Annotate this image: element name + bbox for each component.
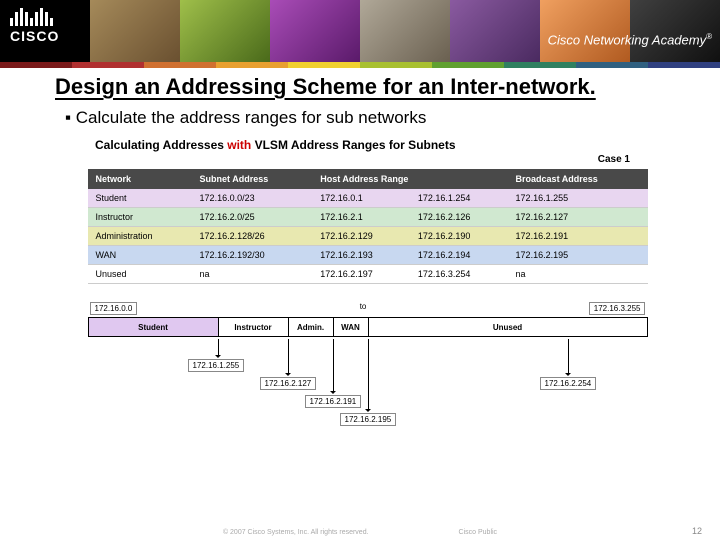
cisco-bars-icon — [10, 6, 59, 26]
seg-admin: Admin. — [289, 318, 334, 336]
cell: na — [508, 265, 648, 284]
cell: Administration — [88, 227, 192, 246]
cell: 172.16.1.255 — [508, 189, 648, 208]
pointer-label: 172.16.2.254 — [540, 377, 597, 390]
program-text: Cisco Networking Academy — [548, 32, 706, 47]
arrow-icon — [368, 339, 369, 411]
cell: na — [192, 265, 313, 284]
table-title-pre: Calculating Addresses — [95, 138, 227, 152]
range-to: to — [360, 302, 367, 315]
cell: WAN — [88, 246, 192, 265]
copyright: © 2007 Cisco Systems, Inc. All rights re… — [223, 529, 369, 536]
cell: 172.16.2.191 — [508, 227, 648, 246]
arrow-icon — [333, 339, 334, 393]
footer: © 2007 Cisco Systems, Inc. All rights re… — [0, 529, 720, 536]
table-title-with: with — [227, 138, 251, 152]
address-range-diagram: 172.16.0.0 to 172.16.3.255 Student Instr… — [88, 302, 648, 429]
pointer-label: 172.16.2.191 — [305, 395, 362, 408]
cell: Unused — [88, 265, 192, 284]
arrow-icon — [568, 339, 569, 375]
cisco-logo: CISCO — [10, 6, 59, 44]
col-subnet: Subnet Address — [192, 169, 313, 189]
range-bar: Student Instructor Admin. WAN Unused — [88, 317, 648, 337]
case-label: Case 1 — [55, 154, 630, 165]
table-row: Student 172.16.0.0/23 172.16.0.1 172.16.… — [88, 189, 648, 208]
cell: 172.16.1.254 — [410, 189, 508, 208]
bullet-point: Calculate the address ranges for sub net… — [65, 108, 680, 128]
cell: 172.16.2.190 — [410, 227, 508, 246]
table-row: Unused na 172.16.2.197 172.16.3.254 na — [88, 265, 648, 284]
table-title-post: VLSM Address Ranges for Subnets — [251, 138, 455, 152]
table-row: Administration 172.16.2.128/26 172.16.2.… — [88, 227, 648, 246]
range-endpoints: 172.16.0.0 to 172.16.3.255 — [88, 302, 648, 317]
table-row: Instructor 172.16.2.0/25 172.16.2.1 172.… — [88, 208, 648, 227]
arrow-icon — [288, 339, 289, 375]
trademark-icon: ® — [706, 32, 712, 41]
cell: 172.16.0.0/23 — [192, 189, 313, 208]
cell: 172.16.0.1 — [312, 189, 410, 208]
arrow-icon — [218, 339, 219, 357]
pointer-label: 172.16.2.195 — [340, 413, 397, 426]
page-number: 12 — [692, 526, 702, 536]
classification: Cisco Public — [459, 529, 498, 536]
cell: 172.16.2.195 — [508, 246, 648, 265]
cell: 172.16.2.129 — [312, 227, 410, 246]
cell: 172.16.2.192/30 — [192, 246, 313, 265]
slide-title: Design an Addressing Scheme for an Inter… — [55, 74, 680, 100]
cell: 172.16.2.0/25 — [192, 208, 313, 227]
table-row: WAN 172.16.2.192/30 172.16.2.193 172.16.… — [88, 246, 648, 265]
table-title: Calculating Addresses with VLSM Address … — [95, 138, 680, 152]
col-hostrange: Host Address Range — [312, 169, 507, 189]
cell: 172.16.2.193 — [312, 246, 410, 265]
cell: 172.16.2.1 — [312, 208, 410, 227]
cisco-wordmark: CISCO — [10, 28, 59, 44]
program-name: Cisco Networking Academy® — [548, 32, 712, 47]
range-end: 172.16.3.255 — [589, 302, 646, 315]
cell: 172.16.2.128/26 — [192, 227, 313, 246]
cell: Student — [88, 189, 192, 208]
cell: 172.16.2.194 — [410, 246, 508, 265]
slide-content: Design an Addressing Scheme for an Inter… — [0, 68, 720, 429]
range-start: 172.16.0.0 — [90, 302, 138, 315]
seg-instructor: Instructor — [219, 318, 289, 336]
address-table: Network Subnet Address Host Address Rang… — [88, 169, 648, 284]
seg-wan: WAN — [334, 318, 369, 336]
color-divider — [0, 62, 720, 68]
header-band: CISCO Cisco Networking Academy® — [0, 0, 720, 62]
seg-unused: Unused — [369, 318, 647, 336]
cell: 172.16.2.127 — [508, 208, 648, 227]
pointer-label: 172.16.1.255 — [188, 359, 245, 372]
cell: 172.16.2.126 — [410, 208, 508, 227]
table-header-row: Network Subnet Address Host Address Rang… — [88, 169, 648, 189]
cell: Instructor — [88, 208, 192, 227]
header-photo-strip — [90, 0, 720, 62]
col-network: Network — [88, 169, 192, 189]
cell: 172.16.3.254 — [410, 265, 508, 284]
pointer-label: 172.16.2.127 — [260, 377, 317, 390]
col-broadcast: Broadcast Address — [508, 169, 648, 189]
cell: 172.16.2.197 — [312, 265, 410, 284]
seg-student: Student — [89, 318, 219, 336]
pointer-arrows: 172.16.1.255 172.16.2.127 172.16.2.191 1… — [88, 339, 648, 429]
